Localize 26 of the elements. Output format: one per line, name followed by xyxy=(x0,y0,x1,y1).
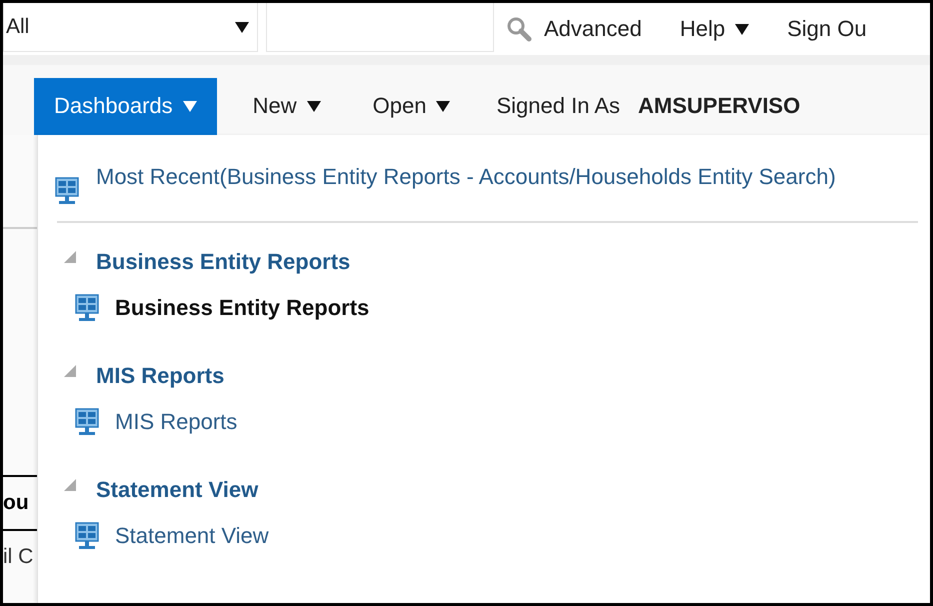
dashboard-icon xyxy=(75,522,99,550)
header-link[interactable]: Help xyxy=(680,16,750,42)
dashboard-icon xyxy=(75,408,99,436)
header-link[interactable]: Advanced xyxy=(544,16,642,42)
search-icon[interactable] xyxy=(506,16,532,42)
dashboard-link[interactable]: Business Entity Reports xyxy=(55,281,930,335)
section-header[interactable]: Statement View xyxy=(55,471,930,509)
signed-in-label: Signed In As xyxy=(496,93,620,119)
most-recent-link[interactable]: Most Recent(Business Entity Reports - Accounts/Households Entity Search) xyxy=(55,163,895,205)
background-text: il C xyxy=(3,545,34,569)
dashboard-icon xyxy=(75,294,99,322)
menu-tab[interactable]: New xyxy=(232,78,341,134)
user-name: AMSUPERVISO xyxy=(638,93,800,119)
scope-dropdown[interactable]: All xyxy=(3,3,258,52)
header-link[interactable]: Sign Ou xyxy=(787,16,867,42)
search-field[interactable] xyxy=(266,3,494,52)
section-header[interactable]: Business Entity Reports xyxy=(55,243,930,281)
dashboard-link[interactable]: Statement View xyxy=(55,509,930,563)
menu-tab[interactable]: Open xyxy=(352,78,470,134)
scope-value: All xyxy=(6,15,30,39)
menu-tab[interactable]: Dashboards xyxy=(34,78,217,134)
dashboard-icon xyxy=(55,177,79,205)
background-text: ou xyxy=(3,491,29,515)
caret-icon xyxy=(235,22,249,32)
section-header[interactable]: MIS Reports xyxy=(55,357,930,395)
dashboard-link[interactable]: MIS Reports xyxy=(55,395,930,449)
